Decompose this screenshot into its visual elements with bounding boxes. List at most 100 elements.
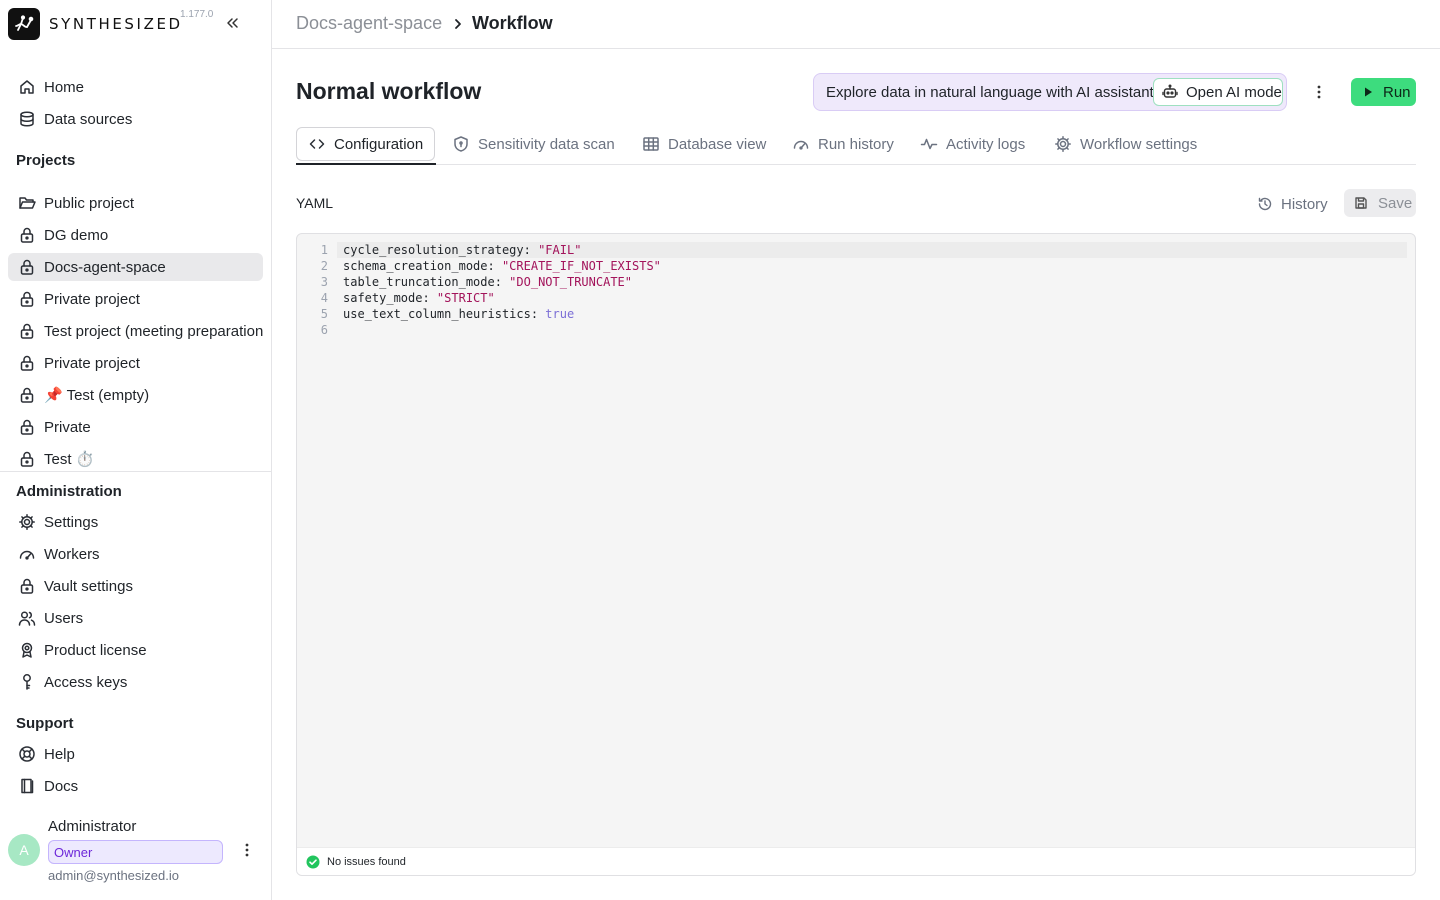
yaml-value: "DO_NOT_TRUNCATE" xyxy=(509,275,632,289)
lifebuoy-icon xyxy=(18,745,36,763)
folder-open-icon xyxy=(18,194,36,212)
sidebar-item-project-private[interactable]: Private xyxy=(8,413,263,441)
sidebar-item-support-docs[interactable]: Docs xyxy=(8,772,263,800)
tab-label: Configuration xyxy=(334,135,424,153)
sidebar-item-label: Product license xyxy=(44,641,147,659)
gauge-icon xyxy=(18,545,36,563)
sidebar-divider xyxy=(0,471,271,472)
ai-assistant-banner: Explore data in natural language with AI… xyxy=(813,73,1287,111)
open-ai-mode-label: Open AI mode xyxy=(1186,83,1282,101)
yaml-value: "FAIL" xyxy=(538,243,582,257)
sidebar-item-admin-vault-settings[interactable]: Vault settings xyxy=(8,572,263,600)
book-icon xyxy=(18,777,36,795)
code-line[interactable]: 3 table_truncation_mode: "DO_NOT_TRUNCATE… xyxy=(297,274,1407,290)
breadcrumb-current: Workflow xyxy=(472,13,553,33)
shield-icon xyxy=(452,135,470,153)
sidebar-item-project-test-empty[interactable]: 📌 Test (empty) xyxy=(8,381,263,409)
sidebar-item-project-private-project[interactable]: Private project xyxy=(8,349,263,377)
lock-icon xyxy=(18,418,36,436)
open-ai-mode-button[interactable]: Open AI mode xyxy=(1153,78,1283,106)
tab-sensitivity-data-scan[interactable]: Sensitivity data scan xyxy=(452,127,615,161)
history-button[interactable]: History xyxy=(1257,193,1328,215)
table-icon xyxy=(642,135,660,153)
bot-icon xyxy=(1162,84,1178,100)
code-line[interactable]: 5 use_text_column_heuristics: true xyxy=(297,306,1407,322)
tab-activity-logs[interactable]: Activity logs xyxy=(920,127,1025,161)
sidebar-item-admin-access-keys[interactable]: Access keys xyxy=(8,668,263,696)
code-content: table_truncation_mode: "DO_NOT_TRUNCATE" xyxy=(343,274,632,290)
award-icon xyxy=(18,641,36,659)
avatar[interactable]: A xyxy=(8,834,40,866)
tab-label: Run history xyxy=(818,135,894,153)
run-button[interactable]: Run xyxy=(1351,78,1416,106)
sidebar-item-project-docs-agent-space[interactable]: Docs-agent-space xyxy=(8,253,263,281)
sidebar-item-project-private-project[interactable]: Private project xyxy=(8,285,263,313)
code-line[interactable]: 1 cycle_resolution_strategy: "FAIL" xyxy=(297,242,1407,258)
tab-workflow-settings[interactable]: Workflow settings xyxy=(1054,127,1197,161)
ai-banner-text: Explore data in natural language with AI… xyxy=(826,83,1154,101)
key-icon xyxy=(18,673,36,691)
more-vertical-icon xyxy=(245,843,249,857)
role-badge: Owner xyxy=(48,840,223,864)
more-vertical-icon xyxy=(1317,85,1321,99)
tab-label: Sensitivity data scan xyxy=(478,135,615,153)
sidebar-item-label: Vault settings xyxy=(44,577,133,595)
brand[interactable]: SYNTHESIZED xyxy=(8,8,183,40)
sidebar-item-label: Home xyxy=(44,78,85,96)
yaml-key: safety_mode: xyxy=(343,291,437,305)
check-circle-icon xyxy=(306,855,320,869)
sidebar-item-admin-settings[interactable]: Settings xyxy=(8,508,263,536)
sidebar-item-project-test-project-meeting-preparation[interactable]: Test project (meeting preparation xyxy=(8,317,263,345)
activity-icon xyxy=(920,135,938,153)
breadcrumb-parent[interactable]: Docs-agent-space xyxy=(296,13,442,34)
lock-icon xyxy=(18,450,36,468)
lock-icon xyxy=(18,290,36,308)
code-line[interactable]: 4 safety_mode: "STRICT" xyxy=(297,290,1407,306)
tab-configuration[interactable]: Configuration xyxy=(296,127,436,161)
tab-run-history[interactable]: Run history xyxy=(792,127,894,161)
sidebar-item-label: Test project (meeting preparation xyxy=(44,322,263,340)
sidebar-item-label: Private project xyxy=(44,290,140,308)
sidebar-item-project-dg-demo[interactable]: DG demo xyxy=(8,221,263,249)
sidebar-item-support-help[interactable]: Help xyxy=(8,740,263,768)
yaml-editor[interactable]: No issues found 1 cycle_resolution_strate… xyxy=(296,233,1416,876)
chevron-right-icon xyxy=(452,15,464,36)
lock-icon xyxy=(18,577,36,595)
sidebar-item-label: Docs-agent-space xyxy=(44,258,166,276)
sidebar-item-admin-users[interactable]: Users xyxy=(8,604,263,632)
sidebar-item-label: Private xyxy=(44,418,91,436)
sidebar-item-project-test[interactable]: Test ⏱️ xyxy=(8,445,263,473)
tab-label: Database view xyxy=(668,135,767,153)
chevrons-left-icon xyxy=(227,18,238,28)
administration-title: Administration xyxy=(16,483,122,500)
sidebar-item-admin-product-license[interactable]: Product license xyxy=(8,636,263,664)
sidebar-item-label: Test ⏱️ xyxy=(44,451,95,468)
sidebar-item-label: Data sources xyxy=(44,110,133,128)
app-version: 1.177.0 xyxy=(180,9,214,20)
tab-database-view[interactable]: Database view xyxy=(642,127,766,161)
sidebar-item-label: Public project xyxy=(44,194,135,212)
sidebar-item-label: Settings xyxy=(44,513,99,531)
code-line[interactable]: 2 schema_creation_mode: "CREATE_IF_NOT_EX… xyxy=(297,258,1407,274)
collapse-sidebar-button[interactable] xyxy=(222,12,242,34)
more-options-button[interactable] xyxy=(1310,82,1328,102)
yaml-key: cycle_resolution_strategy: xyxy=(343,243,539,257)
sidebar-item-project-public-project[interactable]: Public project xyxy=(8,189,263,217)
code-line[interactable]: 6 xyxy=(297,322,1407,338)
sidebar-item-label: 📌 Test (empty) xyxy=(44,387,150,404)
lock-icon xyxy=(18,226,36,244)
sidebar-item-admin-workers[interactable]: Workers xyxy=(8,540,263,568)
code-icon xyxy=(308,135,326,153)
user-menu-button[interactable] xyxy=(238,840,256,860)
sidebar-item-label: Workers xyxy=(44,545,100,563)
save-label: Save xyxy=(1378,194,1413,212)
page-title: Normal workflow xyxy=(296,78,482,104)
history-label: History xyxy=(1281,195,1328,213)
line-number: 2 xyxy=(320,259,328,273)
sidebar-item-nav-data-sources[interactable]: Data sources xyxy=(8,105,263,133)
status-text: No issues found xyxy=(327,856,406,868)
sidebar-item-nav-home[interactable]: Home xyxy=(8,73,263,101)
save-button[interactable]: Save xyxy=(1344,189,1416,217)
validation-status: No issues found xyxy=(297,847,1415,875)
yaml-value: true xyxy=(545,307,575,321)
